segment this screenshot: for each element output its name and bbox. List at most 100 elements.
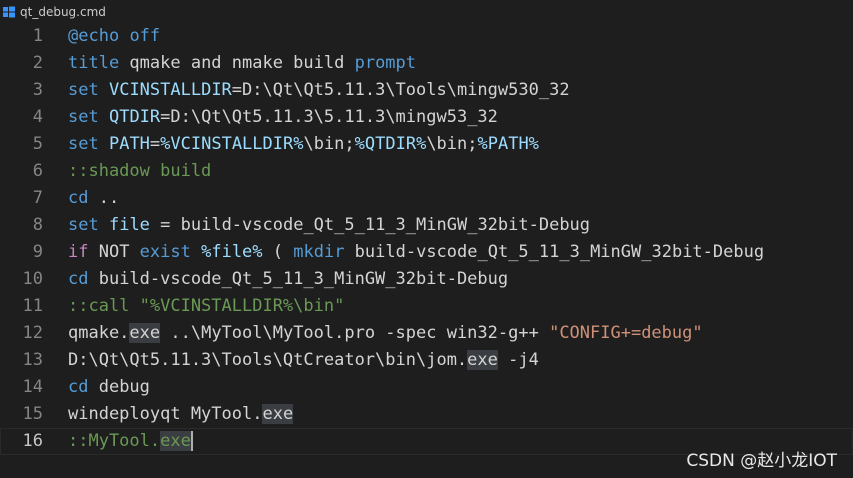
line-number: 5 [32, 134, 43, 154]
code-token: @echo [68, 26, 120, 46]
code-token: if [68, 242, 89, 262]
code-token: build-vscode_Qt_5_11_3_MinGW_32bit-Debug [344, 242, 765, 262]
code-token: = build-vscode_Qt_5_11_3_MinGW_32bit-Deb… [149, 215, 591, 235]
line-number: 4 [32, 107, 43, 127]
code-line[interactable]: 11::call "%VCINSTALLDIR%\bin" [0, 293, 853, 320]
code-token: ..\MyTool\MyTool.pro -spec win32-g++ [160, 323, 550, 343]
tab-label: qt_debug.cmd [20, 5, 106, 19]
line-content: windeployqt MyTool.exe [68, 401, 294, 428]
code-line[interactable]: 14 cd debug [0, 374, 853, 401]
code-token: set [68, 215, 99, 235]
windows-cmd-icon [3, 6, 15, 18]
line-number: 13 [22, 350, 43, 370]
line-content: ::call "%VCINSTALLDIR%\bin" [68, 293, 344, 320]
line-content: set PATH=%VCINSTALLDIR%\bin;%QTDIR%\bin;… [68, 131, 539, 158]
code-token: windeployqt MyTool. [68, 404, 263, 424]
code-token: build-vscode_Qt_5_11_3_MinGW_32bit-Debug [88, 269, 509, 289]
code-token: ( [262, 242, 294, 262]
code-token: mkdir [293, 242, 345, 262]
code-line[interactable]: 13 D:\Qt\Qt5.11.3\Tools\QtCreator\bin\jom… [0, 347, 853, 374]
line-content: set QTDIR=D:\Qt\Qt5.11.3\5.11.3\mingw53_… [68, 104, 498, 131]
code-token: NOT [88, 242, 140, 262]
line-number: 2 [32, 53, 43, 73]
text-cursor [190, 431, 193, 451]
line-number: 15 [22, 404, 43, 424]
code-token: exist [139, 242, 191, 262]
code-token: %file% [201, 242, 263, 262]
line-number: 10 [22, 269, 43, 289]
code-line[interactable]: 2 title qmake and nmake build prompt [0, 50, 853, 77]
code-token: \bin; [303, 134, 355, 154]
code-token: %QTDIR% [354, 134, 427, 154]
code-line[interactable]: 10 cd build-vscode_Qt_5_11_3_MinGW_32bit-… [0, 266, 853, 293]
code-token: exe [262, 404, 294, 424]
line-content: D:\Qt\Qt5.11.3\Tools\QtCreator\bin\jom.e… [68, 347, 539, 374]
line-content: cd debug [68, 374, 150, 401]
code-editor[interactable]: qt_debug.cmd 1 @echo off 2 title qmake and … [0, 0, 853, 478]
code-token: cd [68, 188, 89, 208]
line-content: @echo off [68, 23, 160, 50]
line-content: ::MyTool.exe [68, 428, 193, 455]
code-line[interactable]: 5 set PATH=%VCINSTALLDIR%\bin;%QTDIR%\bin… [0, 131, 853, 158]
line-content: cd build-vscode_Qt_5_11_3_MinGW_32bit-De… [68, 266, 508, 293]
line-number: 7 [32, 188, 43, 208]
code-token: =D:\Qt\Qt5.11.3\Tools\mingw530_32 [231, 80, 570, 100]
line-number: 12 [22, 323, 43, 343]
line-content: title qmake and nmake build prompt [68, 50, 416, 77]
code-line[interactable]: 4 set QTDIR=D:\Qt\Qt5.11.3\5.11.3\mingw53… [0, 104, 853, 131]
code-token: \bin; [426, 134, 478, 154]
code-token: .. [88, 188, 120, 208]
code-token: QTDIR [108, 107, 161, 127]
code-token: qmake and nmake build [119, 53, 355, 73]
code-token: exe [160, 431, 191, 451]
code-token: title [68, 53, 120, 73]
code-token: %VCINSTALLDIR% [160, 134, 304, 154]
line-number: 16 [22, 431, 43, 451]
code-token: =D:\Qt\Qt5.11.3\5.11.3\mingw53_32 [160, 107, 498, 127]
line-content: set file = build-vscode_Qt_5_11_3_MinGW_… [68, 212, 590, 239]
tab-qt-debug-cmd[interactable]: qt_debug.cmd [0, 0, 112, 24]
line-content: cd .. [68, 185, 119, 212]
code-area[interactable]: 1 @echo off 2 title qmake and nmake build p… [0, 23, 853, 455]
line-content: qmake.exe ..\MyTool\MyTool.pro -spec win… [68, 320, 703, 347]
line-number: 11 [22, 296, 43, 316]
tab-bar: qt_debug.cmd [0, 0, 853, 24]
code-line[interactable]: 1 @echo off [0, 23, 853, 50]
code-token: = [149, 134, 161, 154]
code-line[interactable]: 8 set file = build-vscode_Qt_5_11_3_MinGW… [0, 212, 853, 239]
code-token: exe [467, 350, 498, 370]
code-token: qmake. [68, 323, 130, 343]
code-token: prompt [354, 53, 417, 73]
code-token: set [68, 134, 99, 154]
code-token: debug [88, 377, 150, 397]
code-line[interactable]: 6::shadow build [0, 158, 853, 185]
code-token: set [68, 80, 99, 100]
csdn-watermark: CSDN @赵小龙IOT [686, 451, 837, 471]
code-token: ::call "%VCINSTALLDIR%\bin" [68, 296, 345, 316]
line-number: 14 [22, 377, 43, 397]
code-token: cd [68, 269, 89, 289]
code-line[interactable]: 12 qmake.exe ..\MyTool\MyTool.pro -spec w… [0, 320, 853, 347]
code-token: off [129, 26, 161, 46]
line-number: 3 [32, 80, 43, 100]
code-token: exe [129, 323, 161, 343]
code-token: set [68, 107, 99, 127]
line-number: 6 [32, 161, 43, 181]
line-number: 9 [32, 242, 43, 262]
code-line[interactable]: 7 cd .. [0, 185, 853, 212]
code-line[interactable]: 3 set VCINSTALLDIR=D:\Qt\Qt5.11.3\Tools\m… [0, 77, 853, 104]
code-token: -j4 [497, 350, 539, 370]
code-token: "CONFIG+=debug" [549, 323, 703, 343]
code-token: cd [68, 377, 89, 397]
code-line[interactable]: 9 if NOT exist %file% ( mkdir build-vscod… [0, 239, 853, 266]
code-token: ::shadow build [68, 161, 212, 181]
code-token: D:\Qt\Qt5.11.3\Tools\QtCreator\bin\jom. [68, 350, 468, 370]
line-content: if NOT exist %file% ( mkdir build-vscode… [68, 239, 764, 266]
code-line[interactable]: 15 windeployqt MyTool.exe [0, 401, 853, 428]
line-content: ::shadow build [68, 158, 211, 185]
